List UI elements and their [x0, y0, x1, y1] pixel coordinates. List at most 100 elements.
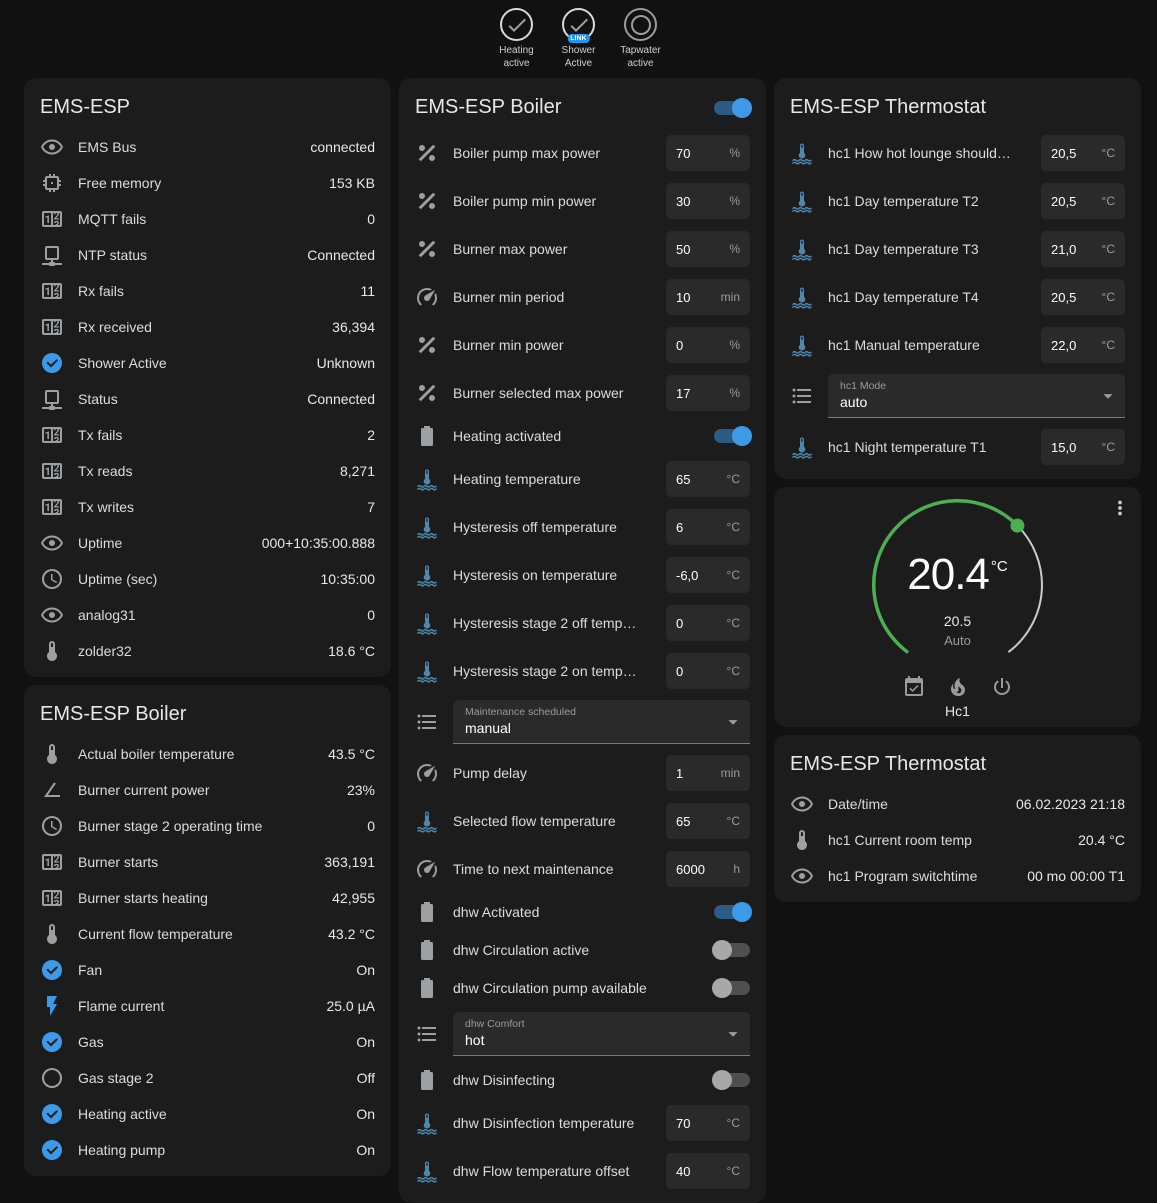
percent-icon: [415, 333, 439, 357]
entity-row[interactable]: Burner current power23%: [24, 772, 391, 808]
target-temperature: 20.5: [868, 613, 1048, 629]
entity-row[interactable]: zolder3218.6 °C: [24, 633, 391, 669]
number-input[interactable]: 15,0°C: [1041, 429, 1125, 465]
entity-label: Fan: [78, 962, 342, 978]
number-input[interactable]: 50%: [666, 231, 750, 267]
number-unit: min: [721, 766, 740, 780]
number-input[interactable]: 65°C: [666, 803, 750, 839]
entity-row[interactable]: Free memory153 KB: [24, 165, 391, 201]
entity-row: dhw Comforthot: [399, 1007, 766, 1061]
number-unit: h: [733, 862, 740, 876]
select-input[interactable]: Maintenance scheduledmanual: [453, 700, 750, 744]
entity-row[interactable]: MQTT fails0: [24, 201, 391, 237]
entity-row[interactable]: Rx received36,394: [24, 309, 391, 345]
entity-toggle[interactable]: [714, 943, 750, 957]
entity-toggle[interactable]: [714, 1073, 750, 1087]
entity-toggle[interactable]: [714, 429, 750, 443]
entity-row[interactable]: Actual boiler temperature43.5 °C: [24, 736, 391, 772]
thermo-water-icon: [415, 611, 439, 635]
percent-icon: [415, 237, 439, 261]
entity-row[interactable]: Burner starts363,191: [24, 844, 391, 880]
number-input[interactable]: 65°C: [666, 461, 750, 497]
number-unit: °C: [727, 472, 740, 486]
gauge-icon: [415, 857, 439, 881]
fire-button[interactable]: [946, 675, 970, 699]
entity-row[interactable]: analog310: [24, 597, 391, 633]
entity-row[interactable]: Gas stage 2Off: [24, 1060, 391, 1096]
entity-row[interactable]: Tx fails2: [24, 417, 391, 453]
number-input[interactable]: 70%: [666, 135, 750, 171]
entity-row[interactable]: Heating activeOn: [24, 1096, 391, 1132]
select-value: auto: [840, 394, 1093, 410]
number-input[interactable]: 70°C: [666, 1105, 750, 1141]
entity-row[interactable]: NTP statusConnected: [24, 237, 391, 273]
number-value: 20,5: [1051, 194, 1076, 209]
number-input[interactable]: 0%: [666, 327, 750, 363]
entity-row: Burner max power50%: [399, 225, 766, 273]
number-input[interactable]: 30%: [666, 183, 750, 219]
entity-row[interactable]: Burner stage 2 operating time0: [24, 808, 391, 844]
thermostat-dial[interactable]: 20.4°C20.5Auto: [868, 495, 1048, 671]
badge-circle: [624, 8, 657, 41]
entity-row[interactable]: Current flow temperature43.2 °C: [24, 916, 391, 952]
number-input[interactable]: 20,5°C: [1041, 135, 1125, 171]
number-input[interactable]: -6,0°C: [666, 557, 750, 593]
card-title: EMS-ESP Boiler: [415, 96, 561, 119]
number-input[interactable]: 17%: [666, 375, 750, 411]
entity-row[interactable]: Rx fails11: [24, 273, 391, 309]
dial-knob[interactable]: [1010, 519, 1024, 533]
number-input[interactable]: 1min: [666, 755, 750, 791]
entity-row[interactable]: Uptime (sec)10:35:00: [24, 561, 391, 597]
entity-row[interactable]: GasOn: [24, 1024, 391, 1060]
number-input[interactable]: 10min: [666, 279, 750, 315]
entity-row[interactable]: StatusConnected: [24, 381, 391, 417]
more-menu-button[interactable]: [1109, 497, 1131, 519]
entity-row[interactable]: Tx writes7: [24, 489, 391, 525]
entity-label: hc1 Day temperature T2: [828, 193, 1027, 209]
entity-label: Pump delay: [453, 765, 652, 781]
entity-row[interactable]: Shower ActiveUnknown: [24, 345, 391, 381]
number-value: 20,5: [1051, 146, 1076, 161]
entity-row[interactable]: Uptime000+10:35:00.888: [24, 525, 391, 561]
number-input[interactable]: 20,5°C: [1041, 279, 1125, 315]
number-input[interactable]: 21,0°C: [1041, 231, 1125, 267]
entity-toggle[interactable]: [714, 981, 750, 995]
number-input[interactable]: 0°C: [666, 653, 750, 689]
entity-value: Off: [357, 1070, 375, 1086]
entity-label: Free memory: [78, 175, 315, 191]
power-button[interactable]: [990, 675, 1014, 699]
entity-toggle[interactable]: [714, 905, 750, 919]
number-input[interactable]: 20,5°C: [1041, 183, 1125, 219]
entity-row[interactable]: Date/time06.02.2023 21:18: [774, 786, 1141, 822]
counter-icon: [40, 850, 64, 874]
entity-row[interactable]: Tx reads8,271: [24, 453, 391, 489]
card-header-toggle[interactable]: [714, 101, 750, 115]
entity-label: hc1 Program switchtime: [828, 868, 1013, 884]
entity-label: Burner min power: [453, 337, 652, 353]
entity-row[interactable]: EMS Busconnected: [24, 129, 391, 165]
entity-row[interactable]: Burner starts heating42,955: [24, 880, 391, 916]
number-value: 0: [676, 338, 683, 353]
select-input[interactable]: hc1 Modeauto: [828, 374, 1125, 418]
status-badge[interactable]: Heating active: [490, 8, 544, 70]
thermo-water-icon: [790, 189, 814, 213]
current-temperature-value: 20.4: [907, 550, 989, 599]
number-input[interactable]: 40°C: [666, 1153, 750, 1189]
entity-row[interactable]: FanOn: [24, 952, 391, 988]
number-input[interactable]: 22,0°C: [1041, 327, 1125, 363]
entity-row[interactable]: Flame current25.0 µA: [24, 988, 391, 1024]
entity-row[interactable]: hc1 Program switchtime00 mo 00:00 T1: [774, 858, 1141, 894]
thermo-water-icon: [790, 285, 814, 309]
number-input[interactable]: 6°C: [666, 509, 750, 545]
status-badge[interactable]: Tapwater active: [614, 8, 668, 70]
number-input[interactable]: 6000h: [666, 851, 750, 887]
entity-row: dhw Disinfection temperature70°C: [399, 1099, 766, 1147]
entity-row[interactable]: Heating pumpOn: [24, 1132, 391, 1168]
percent-icon: [415, 141, 439, 165]
select-input[interactable]: dhw Comforthot: [453, 1012, 750, 1056]
entity-label: hc1 Current room temp: [828, 832, 1064, 848]
status-badge[interactable]: LINKShower Active: [552, 8, 606, 70]
entity-row[interactable]: hc1 Current room temp20.4 °C: [774, 822, 1141, 858]
calendar-check-button[interactable]: [902, 675, 926, 699]
number-input[interactable]: 0°C: [666, 605, 750, 641]
